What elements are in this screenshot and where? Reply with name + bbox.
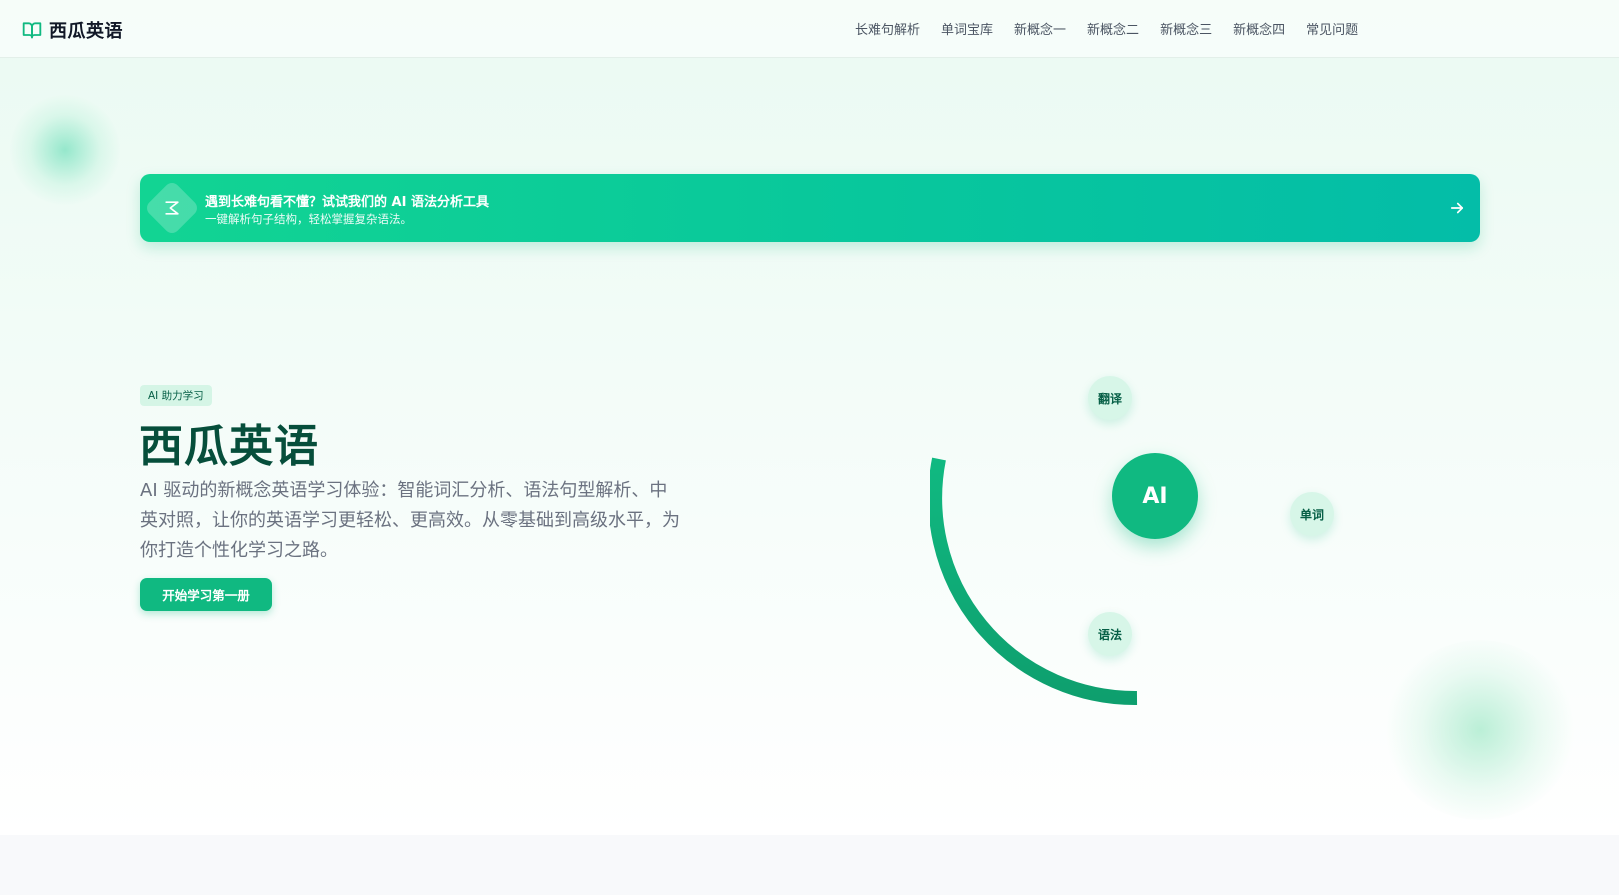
ai-core-circle: AI (1112, 453, 1198, 539)
top-header: 西瓜英语 长难句解析 单词宝库 新概念一 新概念二 新概念三 新概念四 常见问题 (0, 0, 1619, 58)
nav-item-nce-3[interactable]: 新概念三 (1160, 19, 1212, 38)
word-node: 单词 (1290, 492, 1334, 536)
nav-item-nce-2[interactable]: 新概念二 (1087, 19, 1139, 38)
nav-item-nce-4[interactable]: 新概念四 (1233, 19, 1285, 38)
banner-subtitle: 一键解析句子结构，轻松掌握复杂语法。 (205, 212, 412, 226)
main-nav: 长难句解析 单词宝库 新概念一 新概念二 新概念三 新概念四 常见问题 (855, 19, 1358, 38)
hero-title: 西瓜英语 (139, 421, 319, 472)
grammar-tool-banner[interactable]: 遇到长难句看不懂？试试我们的 AI 语法分析工具 一键解析句子结构，轻松掌握复杂… (140, 174, 1480, 242)
decorative-blob-left (10, 95, 120, 205)
site-name: 西瓜英语 (49, 21, 123, 42)
sparkle-icon (154, 190, 190, 226)
arrow-right-icon[interactable] (1448, 199, 1466, 217)
nav-item-word-bank[interactable]: 单词宝库 (941, 19, 993, 38)
nav-item-faq[interactable]: 常见问题 (1306, 19, 1358, 38)
translate-node: 翻译 (1088, 376, 1132, 420)
hero-tag: AI 助力学习 (140, 385, 212, 406)
hero-description: AI 驱动的新概念英语学习体验：智能词汇分析、语法句型解析、中英对照，让你的英语… (140, 480, 680, 561)
grammar-node: 语法 (1088, 612, 1132, 656)
open-book-icon (22, 20, 42, 40)
site-logo[interactable]: 西瓜英语 (22, 17, 123, 43)
nav-item-long-sentences[interactable]: 长难句解析 (855, 19, 920, 38)
next-section-band (0, 835, 1619, 895)
decorative-blob-right (1385, 640, 1575, 820)
nav-item-nce-1[interactable]: 新概念一 (1014, 19, 1066, 38)
start-book-one-button[interactable]: 开始学习第一册 (140, 578, 272, 611)
banner-title: 遇到长难句看不懂？试试我们的 AI 语法分析工具 (205, 195, 489, 210)
